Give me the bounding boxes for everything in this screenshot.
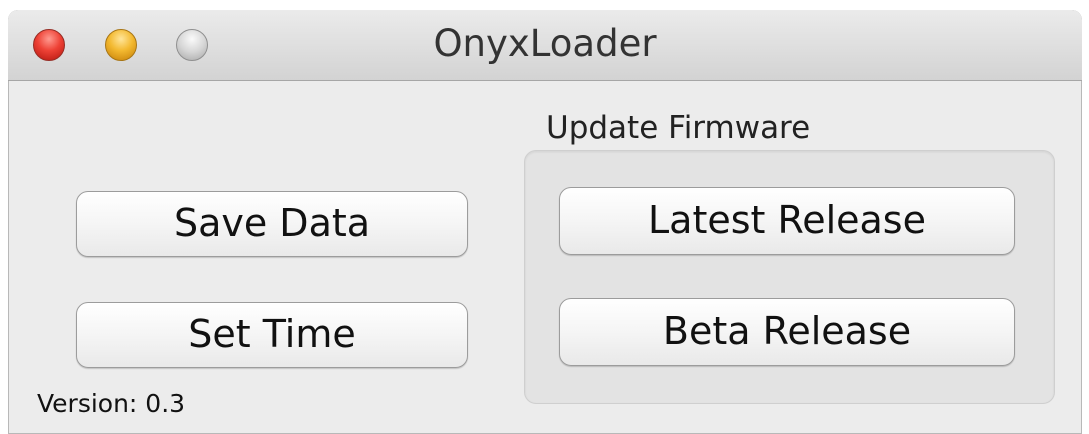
title-bar[interactable]: OnyxLoader (8, 10, 1082, 81)
beta-release-button[interactable]: Beta Release (559, 298, 1015, 366)
update-firmware-label: Update Firmware (546, 110, 811, 146)
app-window: OnyxLoader Save Data Set Time Update Fir… (8, 10, 1082, 434)
window-title: OnyxLoader (433, 22, 657, 65)
save-data-button[interactable]: Save Data (76, 191, 468, 257)
latest-release-button[interactable]: Latest Release (559, 187, 1015, 255)
version-label: Version: 0.3 (37, 389, 186, 418)
set-time-button[interactable]: Set Time (76, 302, 468, 368)
